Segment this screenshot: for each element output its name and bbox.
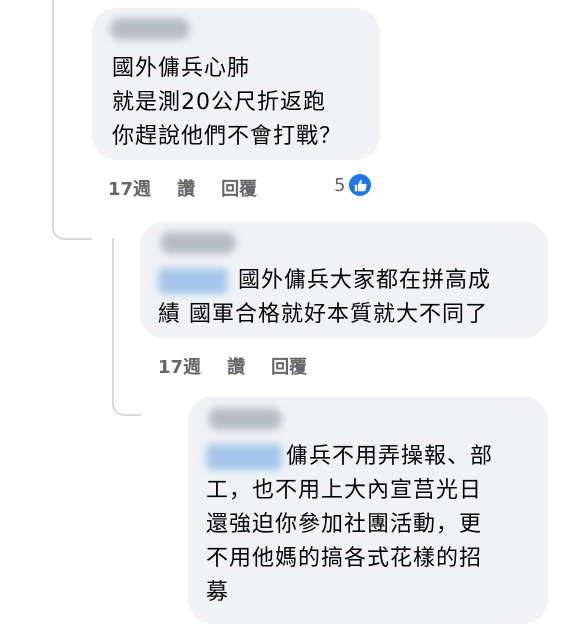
comment-actions: 17週 讚 回覆 (158, 353, 333, 379)
comment-line: 工，也不用上大內宣莒光日 (206, 478, 483, 503)
timestamp[interactable]: 17週 (158, 353, 201, 379)
comment-line: 績 國軍合格就好本質就大不同了 (158, 302, 488, 327)
comment-line: 還強迫你參加社團活動，更 (206, 512, 483, 537)
comment-line: 你趕說他們不會打戰？ (112, 124, 343, 149)
comment-line: 就是測20公尺折返跑 (112, 90, 326, 115)
commenter-name-redacted[interactable] (160, 232, 236, 254)
like-button[interactable]: 讚 (177, 175, 195, 201)
comment-bubble: 國外傭兵心肺 就是測20公尺折返跑 你趕說他們不會打戰？ (92, 8, 380, 160)
comment-line: 傭兵不用弄操報、部 (286, 444, 494, 469)
reply-button[interactable]: 回覆 (271, 353, 307, 379)
commenter-name-redacted[interactable] (110, 18, 190, 40)
like-icon (349, 174, 372, 196)
mention-redacted[interactable] (158, 268, 228, 294)
thread-line (112, 238, 142, 416)
reaction-summary[interactable]: 5 (334, 174, 372, 196)
timestamp[interactable]: 17週 (108, 175, 151, 201)
comment-line: 國外傭兵心肺 (112, 56, 251, 81)
commenter-name-redacted[interactable] (208, 408, 282, 430)
comment-line: 募 (206, 580, 230, 605)
reply-bubble: 傭兵不用弄操報、部 工，也不用上大內宣莒光日 還強迫你參加社團活動，更 不用他媽… (188, 396, 548, 624)
reaction-count: 5 (334, 174, 346, 196)
comment-line: 國外傭兵大家都在拼高成 (238, 268, 492, 293)
like-button[interactable]: 讚 (227, 353, 245, 379)
reply-bubble: 國外傭兵大家都在拼高成 績 國軍合格就好本質就大不同了 (140, 222, 548, 338)
mention-redacted[interactable] (206, 444, 282, 470)
comment-actions: 17週 讚 回覆 (108, 175, 283, 201)
comment-line: 不用他媽的搞各式花樣的招 (206, 546, 483, 571)
reply-button[interactable]: 回覆 (221, 175, 257, 201)
thread-line (52, 0, 92, 240)
